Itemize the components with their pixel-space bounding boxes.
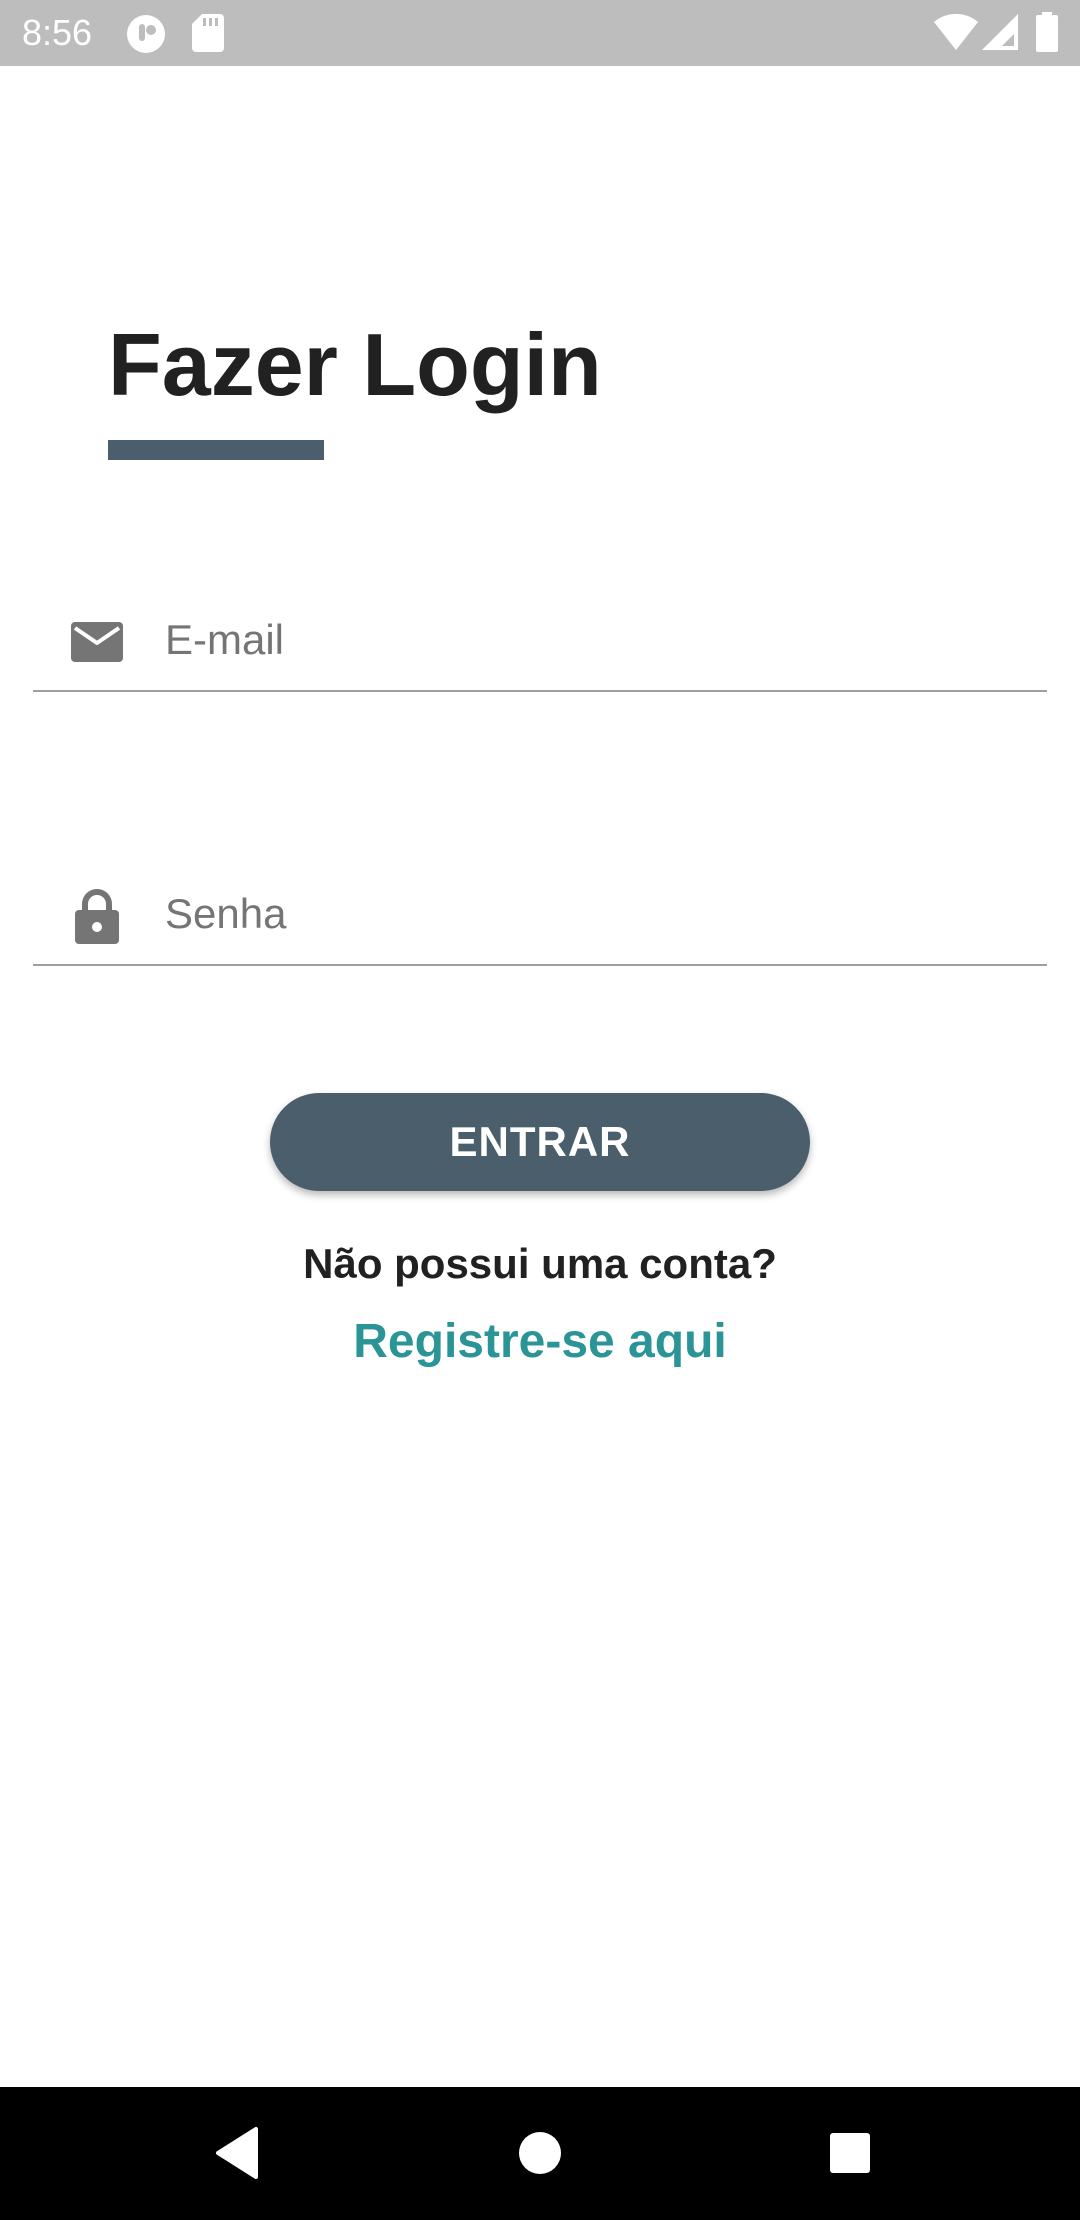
status-bar: 8:56 [0, 0, 1080, 66]
navigation-bar [0, 2087, 1080, 2220]
back-icon[interactable] [198, 2111, 282, 2195]
no-account-text: Não possui uma conta? [303, 1240, 777, 1287]
status-time: 8:56 [22, 12, 93, 53]
wifi-icon [934, 14, 978, 50]
page-title: Fazer Login [108, 315, 602, 414]
email-field[interactable] [165, 608, 1025, 672]
email-icon [69, 614, 125, 670]
sd-card-icon [192, 14, 224, 52]
battery-icon [1036, 12, 1058, 52]
lock-icon [69, 888, 125, 944]
home-icon[interactable] [498, 2111, 582, 2195]
title-underline [108, 440, 324, 460]
register-link[interactable]: Registre-se aqui [0, 1310, 1080, 1374]
email-field-container [33, 590, 1047, 692]
recents-icon[interactable] [808, 2111, 892, 2195]
password-field[interactable] [165, 882, 1025, 946]
login-button[interactable]: ENTRAR [270, 1093, 810, 1191]
app-notification-icon [126, 14, 166, 54]
password-field-container [33, 864, 1047, 966]
cell-signal-icon [982, 14, 1018, 50]
